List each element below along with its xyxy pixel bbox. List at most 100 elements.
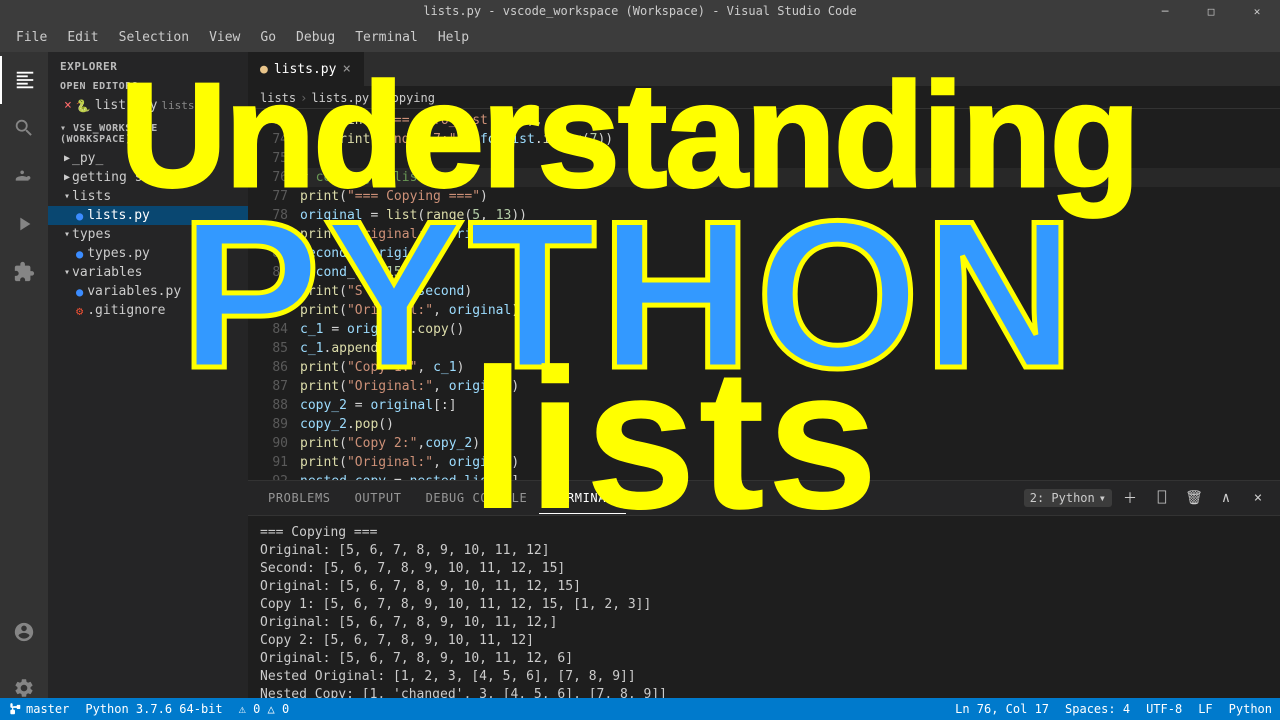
breadcrumb-symbol: copying (384, 91, 435, 105)
menu-file[interactable]: File (8, 26, 55, 49)
code-container[interactable]: 73 74 75 76 77 78 79 80 81 82 83 84 85 8… (248, 109, 1280, 480)
terminal-line-5: Copy 1: [5, 6, 7, 8, 9, 10, 11, 12, 15, … (260, 596, 1268, 614)
breadcrumb: lists › lists.py › copying (248, 87, 1280, 109)
status-spaces[interactable]: Spaces: 4 (1057, 698, 1138, 720)
tab-bar: ● lists.py × (248, 52, 1280, 87)
window-title: lists.py - vscode_workspace (Workspace) … (423, 4, 856, 18)
activity-account[interactable] (0, 608, 48, 656)
panel-tab-terminal[interactable]: TERMINAL (539, 483, 626, 514)
terminal-line-2: Original: [5, 6, 7, 8, 9, 10, 11, 12] (260, 542, 1268, 560)
activity-explorer[interactable] (0, 56, 48, 104)
menu-bar: File Edit Selection View Go Debug Termin… (0, 22, 1280, 52)
file-encoding: UTF-8 (1146, 702, 1182, 716)
breadcrumb-lists: lists (260, 91, 296, 105)
editor-tab-lists-py[interactable]: ● lists.py × (248, 52, 364, 86)
editor-area: ● lists.py × lists › lists.py › copying … (248, 52, 1280, 720)
code-line-90: print("Copy 2:",copy_2) (300, 434, 1280, 453)
code-line-78: original = list(range(5, 13)) (300, 206, 1280, 225)
menu-terminal[interactable]: Terminal (347, 26, 426, 49)
sidebar-types-py[interactable]: ● types.py (48, 244, 248, 263)
activity-source-control[interactable] (0, 152, 48, 200)
status-line-ending[interactable]: LF (1190, 698, 1220, 720)
maximize-button[interactable]: □ (1188, 0, 1234, 22)
status-encoding[interactable]: UTF-8 (1138, 698, 1190, 720)
menu-selection[interactable]: Selection (111, 26, 197, 49)
sidebar-types-folder[interactable]: ▾ types (48, 225, 248, 244)
code-line-82: print("S nd:", second) (300, 282, 1280, 301)
window-controls: ─ □ ✕ (1142, 0, 1280, 22)
status-branch[interactable]: master (0, 698, 77, 720)
activity-debug[interactable] (0, 200, 48, 248)
code-line-92: nested_copy = nested_list[:] (300, 472, 1280, 480)
menu-go[interactable]: Go (252, 26, 284, 49)
code-line-88: copy_2 = original[:] (300, 396, 1280, 415)
status-python[interactable]: Python 3.7.6 64-bit (77, 698, 230, 720)
sidebar-getting-started[interactable]: ▶ getting started (48, 168, 248, 187)
line-ending: LF (1198, 702, 1212, 716)
sidebar-lists-folder[interactable]: ▾ lists (48, 187, 248, 206)
activity-bar (0, 52, 48, 720)
status-bar: master Python 3.7.6 64-bit ⚠ 0 △ 0 Ln 76… (0, 698, 1280, 720)
terminal-selector[interactable]: 2: Python ▾ (1024, 489, 1112, 507)
cursor-position: Ln 76, Col 17 (955, 702, 1049, 716)
close-icon[interactable]: × (64, 98, 72, 113)
sidebar-open-editors-title: OPEN EDITORS (48, 77, 248, 96)
error-count: ⚠ 0 △ 0 (239, 702, 290, 716)
folder-arrow: ▾ (64, 267, 70, 278)
sidebar-py-folder[interactable]: ▶ _py_ (48, 149, 248, 168)
panel-tab-output[interactable]: OUTPUT (343, 483, 414, 513)
code-line-76: # copying a list (300, 168, 1280, 187)
code-line-77: print("=== Copying ===") (300, 187, 1280, 206)
code-line-75 (300, 149, 1280, 168)
breadcrumb-sep-2: › (373, 91, 380, 105)
terminal-line-6: Original: [5, 6, 7, 8, 9, 10, 11, 12,] (260, 614, 1268, 632)
terminal-line-8: Original: [5, 6, 7, 8, 9, 10, 11, 12, 6] (260, 650, 1268, 668)
status-position[interactable]: Ln 76, Col 17 (947, 698, 1057, 720)
code-line-74: print("index 7:",info_list.index(7)) (300, 130, 1280, 149)
panel-add-button[interactable]: ＋ (1116, 484, 1144, 512)
status-errors[interactable]: ⚠ 0 △ 0 (231, 698, 298, 720)
tab-close-button[interactable]: × (342, 61, 350, 77)
panel-tab-bar: PROBLEMS OUTPUT DEBUG CONSOLE TERMINAL 2… (248, 481, 1280, 516)
sidebar-open-file-lists[interactable]: × 🐍 lists.py lists (48, 96, 248, 115)
activity-search[interactable] (0, 104, 48, 152)
code-line-80: second = original (300, 244, 1280, 263)
sidebar-gitignore[interactable]: ⚙ .gitignore (48, 301, 248, 320)
terminal-line-7: Copy 2: [5, 6, 7, 8, 9, 10, 11, 12] (260, 632, 1268, 650)
sidebar-workspace-title: ▾ VSE_WORKSPACE (WORKSPACE) (48, 115, 248, 149)
sidebar-variables-py[interactable]: ● variables.py (48, 282, 248, 301)
menu-help[interactable]: Help (430, 26, 477, 49)
code-line-83: print("Original:", original) (300, 301, 1280, 320)
terminal-output[interactable]: === Copying === Original: [5, 6, 7, 8, 9… (248, 516, 1280, 720)
branch-name: master (26, 702, 69, 716)
close-button[interactable]: ✕ (1234, 0, 1280, 22)
panel-maximize-button[interactable]: ∧ (1212, 484, 1240, 512)
menu-view[interactable]: View (201, 26, 248, 49)
panel-tab-problems[interactable]: PROBLEMS (256, 483, 343, 513)
breadcrumb-sep-1: › (300, 91, 307, 105)
python-file-icon: 🐍 (76, 99, 91, 113)
panel-tab-debug-console[interactable]: DEBUG CONSOLE (414, 483, 540, 513)
code-line-84: c_1 = original.copy() (300, 320, 1280, 339)
line-numbers: 73 74 75 76 77 78 79 80 81 82 83 84 85 8… (248, 109, 296, 480)
activity-extensions[interactable] (0, 248, 48, 296)
menu-debug[interactable]: Debug (288, 26, 343, 49)
tab-dot: ● (260, 62, 268, 77)
folder-arrow: ▶ (64, 172, 70, 183)
terminal-name-label: 2: Python (1030, 491, 1095, 505)
terminal-line-1: === Copying === (260, 524, 1268, 542)
breadcrumb-file: lists.py (311, 91, 369, 105)
sidebar-lists-py[interactable]: ● lists.py (48, 206, 248, 225)
code-editor[interactable]: print("=== info_list ==="), print("index… (296, 109, 1280, 480)
language-mode: Python (1229, 702, 1272, 716)
minimize-button[interactable]: ─ (1142, 0, 1188, 22)
menu-edit[interactable]: Edit (59, 26, 106, 49)
panel-split-button[interactable]: ⎕ (1148, 484, 1176, 512)
terminal-line-3: Second: [5, 6, 7, 8, 9, 10, 11, 12, 15] (260, 560, 1268, 578)
status-language[interactable]: Python (1221, 698, 1280, 720)
tab-label: lists.py (274, 62, 337, 77)
sidebar-variables-folder[interactable]: ▾ variables (48, 263, 248, 282)
panel-trash-button[interactable]: 🗑 (1180, 484, 1208, 512)
python-version: Python 3.7.6 64-bit (85, 702, 222, 716)
panel-close-button[interactable]: × (1244, 484, 1272, 512)
